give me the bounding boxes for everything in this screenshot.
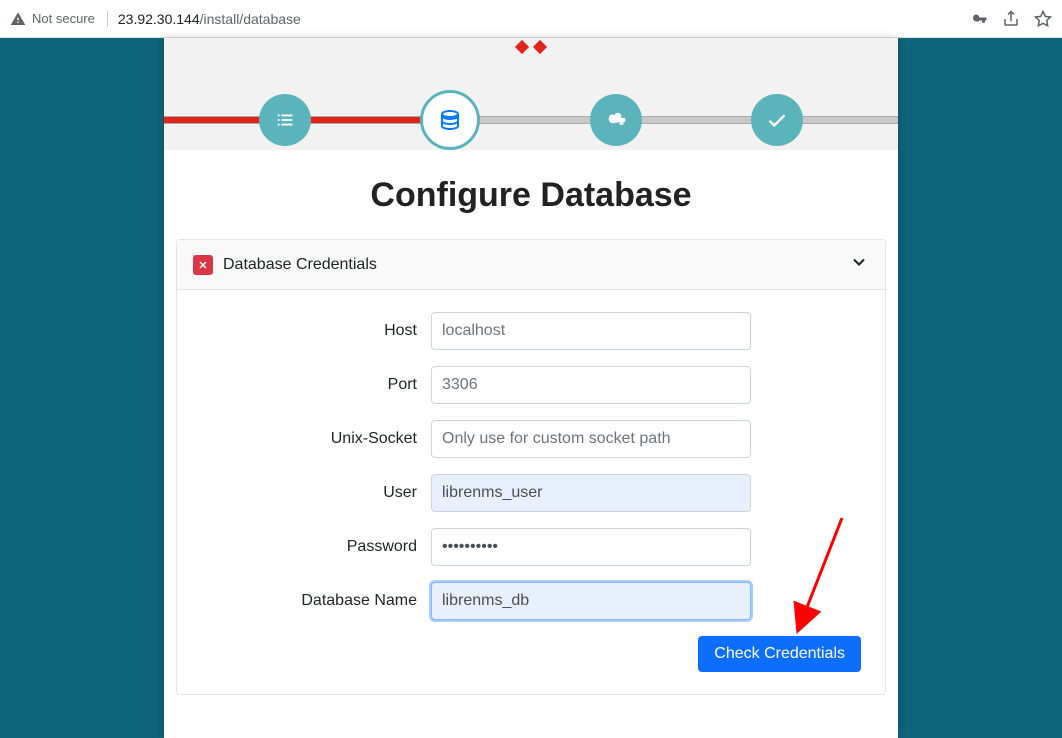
warning-icon [10, 11, 26, 27]
port-input[interactable] [431, 366, 751, 404]
checklist-icon [274, 109, 296, 131]
user-label: User [201, 484, 431, 502]
unix-socket-label: Unix-Socket [201, 430, 431, 448]
step-database[interactable] [420, 90, 480, 150]
browser-toolbar-icons [970, 10, 1052, 28]
chevron-down-icon [849, 252, 869, 277]
database-name-label: Database Name [201, 592, 431, 610]
port-label: Port [201, 376, 431, 394]
check-credentials-button[interactable]: Check Credentials [698, 636, 861, 672]
panel-title: Database Credentials [223, 256, 849, 274]
credentials-panel: Database Credentials Host Port Unix-Sock… [176, 239, 886, 695]
step-checklist[interactable] [259, 94, 311, 146]
password-input[interactable] [431, 528, 751, 566]
status-badge-error [193, 255, 213, 275]
panel-body: Host Port Unix-Socket User Password [177, 290, 885, 694]
page-title: Configure Database [164, 176, 898, 215]
share-icon[interactable] [1002, 10, 1020, 28]
browser-address-bar: Not secure 23.92.30.144/install/database [0, 0, 1062, 38]
key-step-icon [605, 109, 627, 131]
key-icon[interactable] [970, 10, 988, 28]
step-key[interactable] [590, 94, 642, 146]
user-input[interactable] [431, 474, 751, 512]
url-host: 23.92.30.144 [118, 11, 200, 27]
database-name-input[interactable] [431, 582, 751, 620]
check-icon [766, 109, 788, 131]
host-input[interactable] [431, 312, 751, 350]
password-label: Password [201, 538, 431, 556]
logo-icon [517, 42, 545, 52]
installer-card: Configure Database Database Credentials … [164, 38, 898, 738]
stepper [164, 90, 898, 150]
url-path: /install/database [200, 11, 301, 27]
logo-area [164, 38, 898, 90]
security-text: Not secure [32, 11, 95, 26]
step-done[interactable] [751, 94, 803, 146]
panel-header[interactable]: Database Credentials [177, 240, 885, 290]
url-display[interactable]: 23.92.30.144/install/database [107, 11, 301, 27]
unix-socket-input[interactable] [431, 420, 751, 458]
security-indicator[interactable]: Not secure [10, 11, 95, 27]
x-icon [197, 259, 209, 271]
database-icon [438, 108, 462, 132]
host-label: Host [201, 322, 431, 340]
star-icon[interactable] [1034, 10, 1052, 28]
